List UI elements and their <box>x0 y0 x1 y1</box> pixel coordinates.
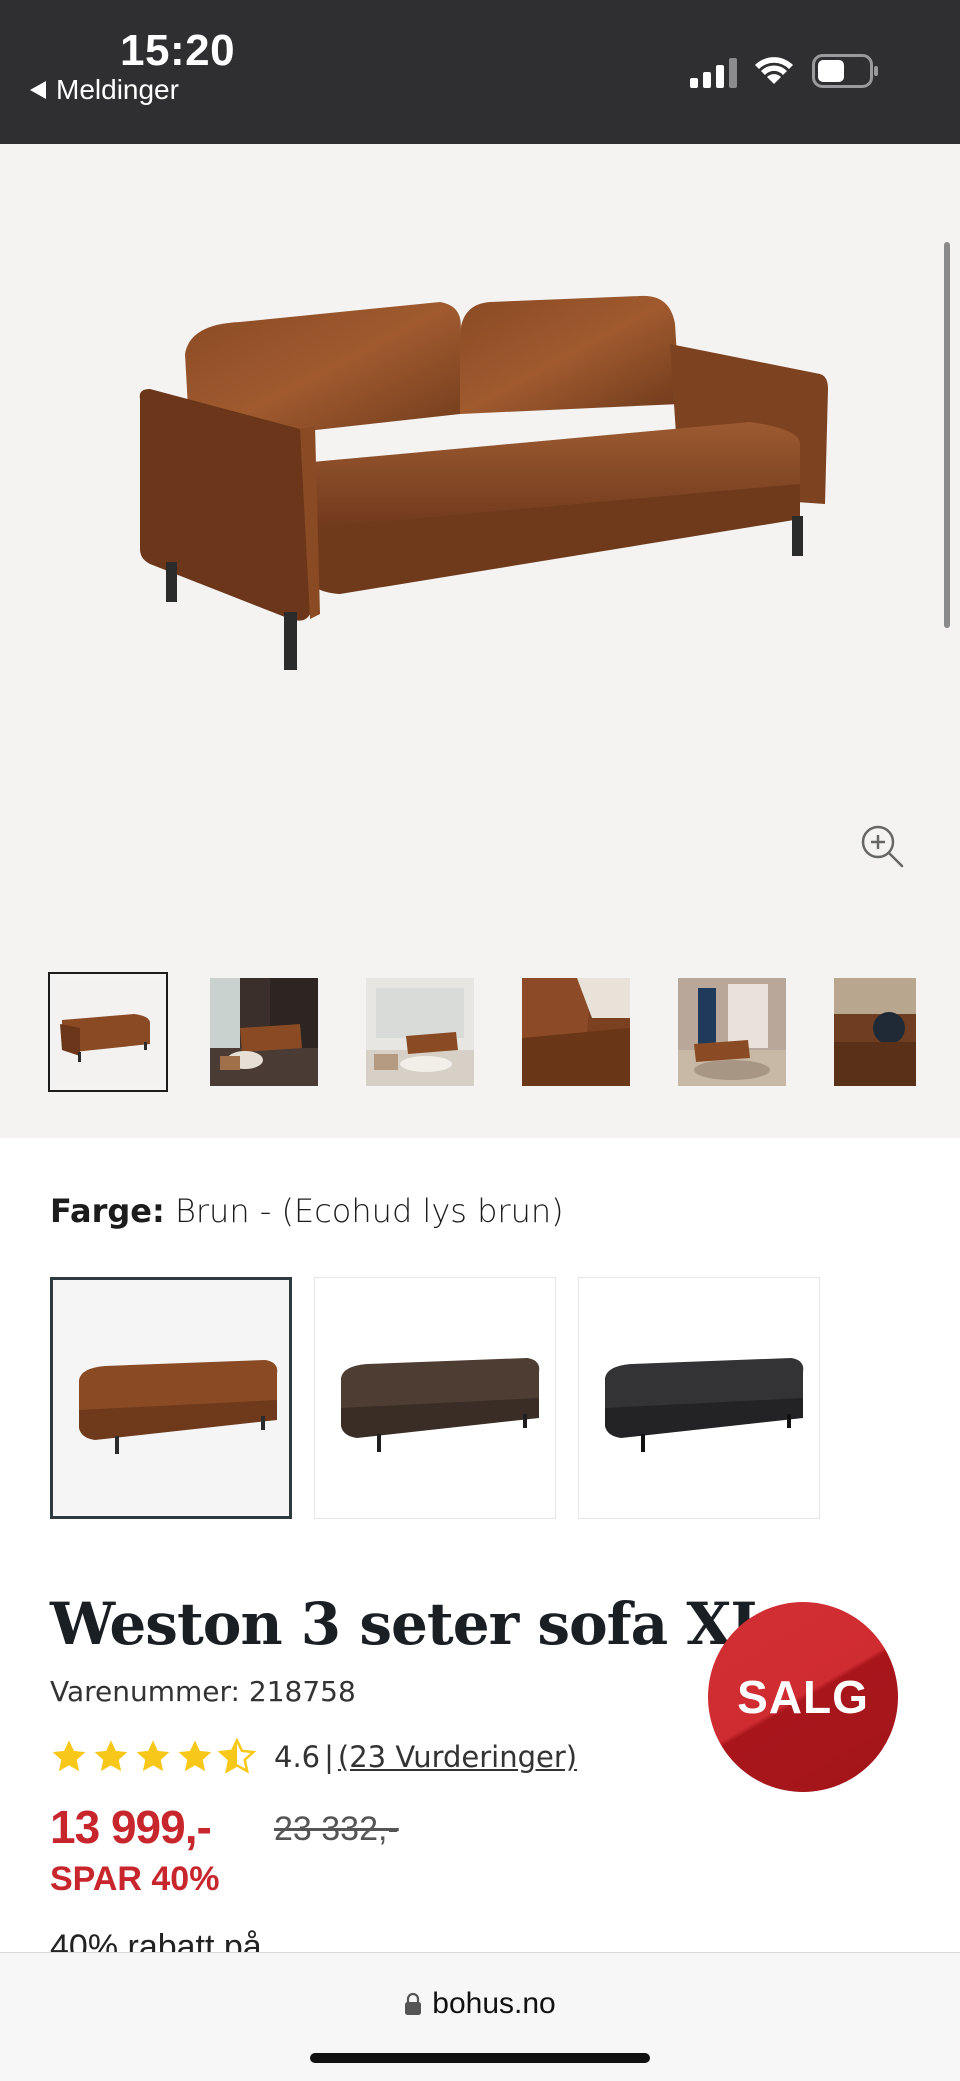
product-sku: Varenummer: 218758 <box>50 1675 356 1708</box>
star-full-icon <box>136 1740 170 1772</box>
status-time: 15:20 <box>120 26 236 75</box>
reviews-link[interactable]: (23 Vurderinger) <box>338 1740 577 1774</box>
back-to-app-button[interactable]: Meldinger <box>30 74 179 106</box>
current-price: 13 999,- <box>50 1801 212 1853</box>
product-rating[interactable]: 4.6 | (23 Vurderinger) <box>50 1738 577 1776</box>
color-swatch-brown[interactable] <box>50 1277 292 1519</box>
home-indicator[interactable] <box>310 2053 650 2063</box>
thumbnail-5[interactable] <box>678 978 786 1086</box>
star-full-icon <box>178 1740 212 1772</box>
thumbnail-4[interactable] <box>522 978 630 1086</box>
star-full-icon <box>94 1740 128 1772</box>
product-gallery[interactable] <box>0 144 960 1138</box>
url-display[interactable]: bohus.no <box>0 1987 960 2021</box>
color-swatch-black[interactable] <box>578 1277 820 1519</box>
thumbnail-6[interactable] <box>834 978 916 1086</box>
browser-url-bar[interactable]: bohus.no <box>0 1952 960 2081</box>
color-swatch-dark-brown[interactable] <box>314 1277 556 1519</box>
thumbnail-1[interactable] <box>48 972 168 1092</box>
color-value: Brun - (Ecohud lys brun) <box>174 1192 564 1230</box>
star-half-icon <box>218 1738 256 1774</box>
wifi-icon <box>755 57 793 84</box>
battery-icon <box>812 54 878 88</box>
original-price: 23 332,- <box>274 1810 399 1848</box>
rating-score: 4.6 <box>274 1740 321 1774</box>
thumbnail-3[interactable] <box>366 978 474 1086</box>
rating-separator: | <box>324 1740 334 1774</box>
color-label: Farge: Brun - (Ecohud lys brun) <box>50 1192 564 1230</box>
thumbnail-2[interactable] <box>210 978 318 1086</box>
savings-label: SPAR 40% <box>50 1860 220 1898</box>
sale-badge: SALG <box>708 1602 898 1792</box>
status-bar: 15:20 Meldinger <box>0 0 960 144</box>
lock-icon <box>405 1992 422 2015</box>
thumbnail-strip[interactable] <box>0 972 960 1094</box>
rating-stars <box>50 1738 256 1776</box>
product-title: Weston 3 seter sofa XL <box>50 1590 771 1658</box>
url-text: bohus.no <box>432 1987 556 2020</box>
color-label-title: Farge: <box>50 1192 165 1230</box>
zoom-in-icon[interactable] <box>858 822 906 870</box>
sale-badge-label: SALG <box>737 1671 869 1723</box>
back-triangle-icon <box>30 81 46 99</box>
signal-icon <box>690 58 737 88</box>
product-hero-image[interactable] <box>110 294 850 694</box>
star-full-icon <box>52 1740 86 1772</box>
scroll-indicator <box>944 242 950 628</box>
back-label: Meldinger <box>56 74 179 105</box>
